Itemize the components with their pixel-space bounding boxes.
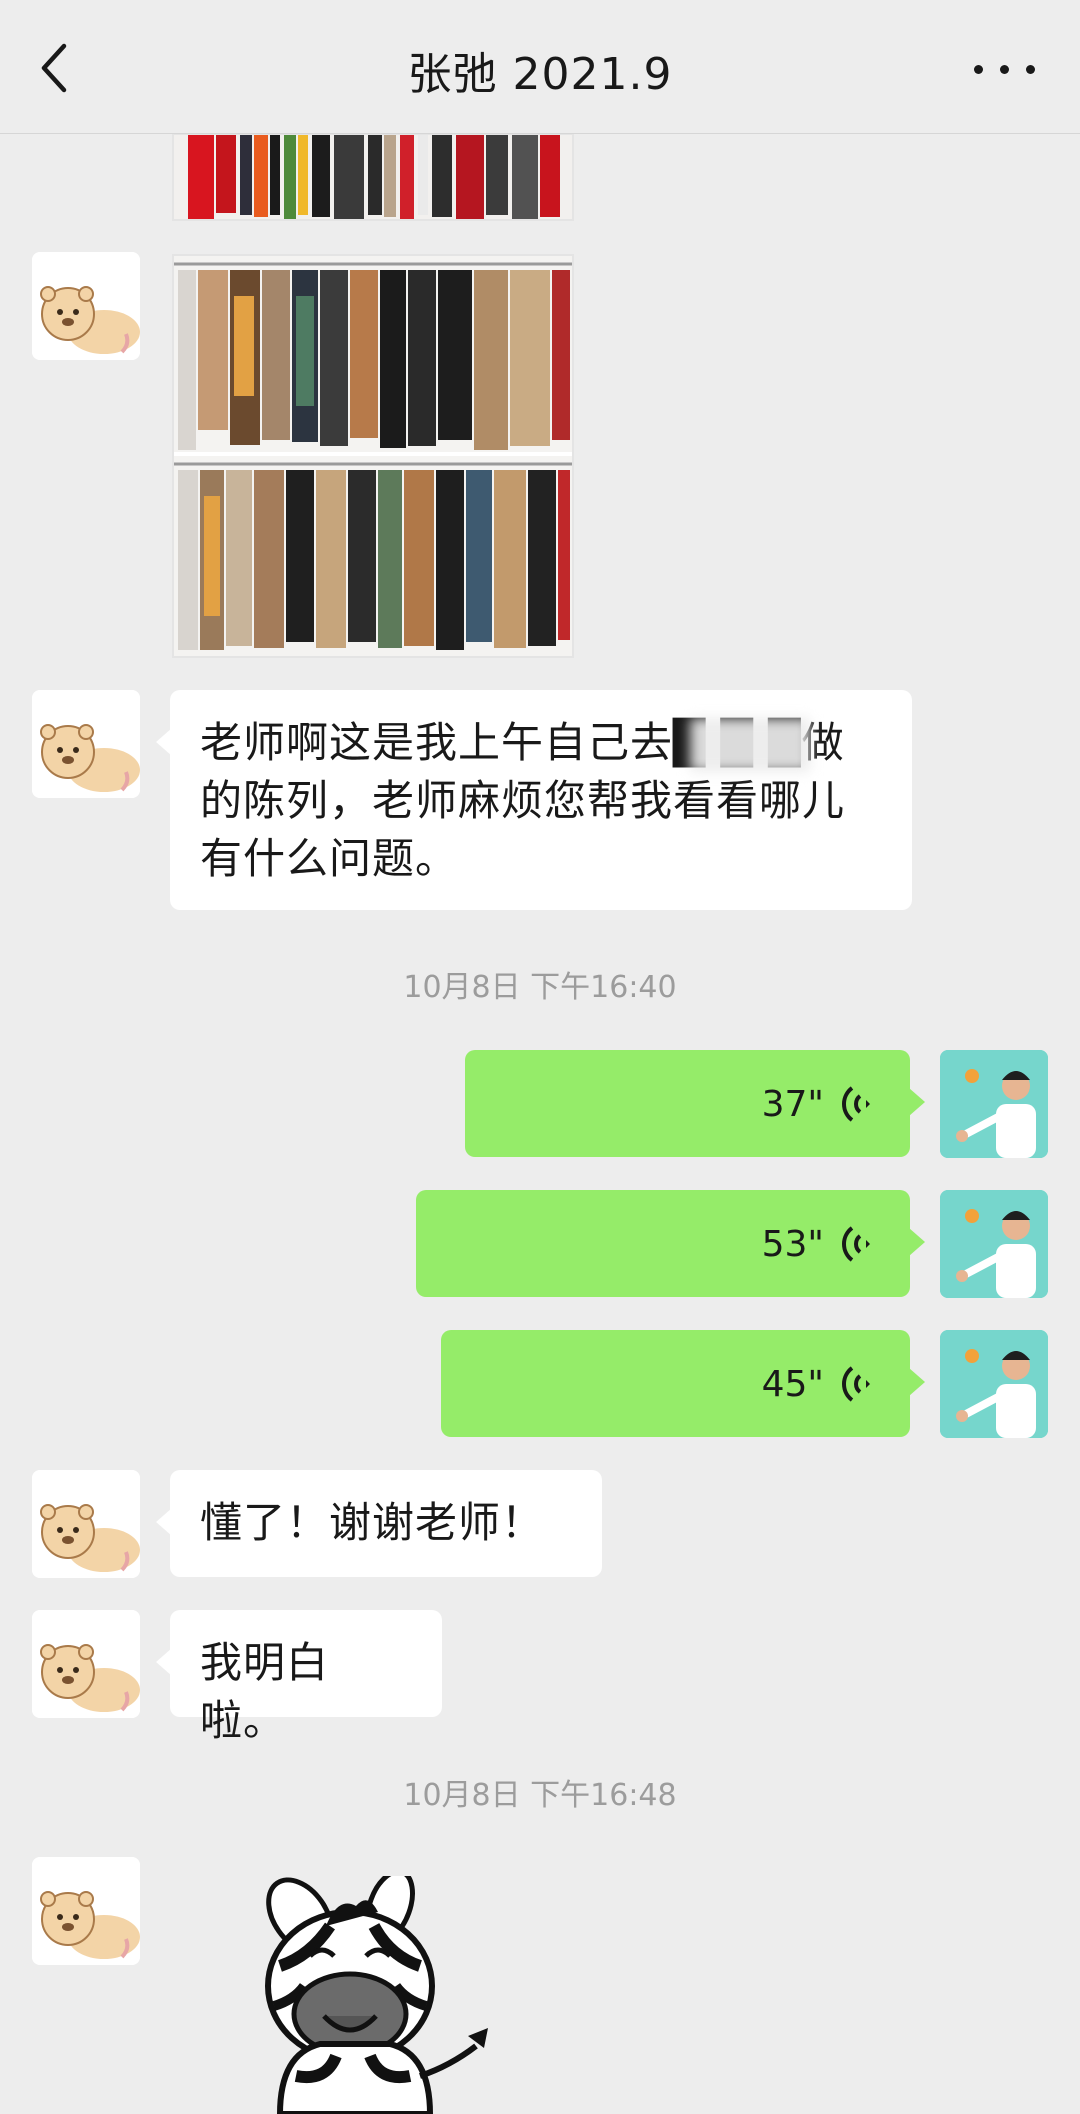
clothes-photo[interactable] xyxy=(172,254,574,658)
contact-avatar[interactable] xyxy=(32,252,140,360)
timestamp: 10月8日 下午16:48 xyxy=(403,1778,677,1813)
voice-wave-icon xyxy=(842,1226,870,1262)
bear-avatar-icon xyxy=(32,1857,140,1965)
man-avatar-icon xyxy=(940,1190,1048,1298)
zebra-sticker-icon xyxy=(265,1876,488,2114)
clothes-rack-image xyxy=(174,135,572,219)
more-button[interactable] xyxy=(970,44,1040,94)
contact-avatar[interactable] xyxy=(32,1857,140,1965)
voice-duration: 45" xyxy=(761,1363,824,1405)
clothes-display-image xyxy=(174,256,572,656)
zebra-sticker[interactable] xyxy=(240,1876,530,2114)
bear-avatar-icon xyxy=(32,1610,140,1718)
message-text: 懂了！谢谢老师！ xyxy=(200,1498,545,1547)
timestamp: 10月8日 下午16:40 xyxy=(403,970,677,1005)
chat-title: 张弛 2021.9 xyxy=(407,49,673,100)
voice-wave-icon xyxy=(842,1086,870,1122)
voice-duration: 37" xyxy=(761,1083,824,1125)
clothes-photo-partial[interactable] xyxy=(172,133,574,221)
voice-message[interactable]: 45" xyxy=(441,1330,925,1437)
my-avatar[interactable] xyxy=(940,1050,1048,1158)
contact-avatar[interactable] xyxy=(32,1610,140,1718)
bear-avatar-icon xyxy=(32,690,140,798)
message-bubble[interactable]: 懂了！谢谢老师！ xyxy=(156,1470,602,1577)
voice-message[interactable]: 37" xyxy=(465,1050,925,1157)
my-avatar[interactable] xyxy=(940,1190,1048,1298)
man-avatar-icon xyxy=(940,1330,1048,1438)
more-dots-icon xyxy=(974,65,983,74)
voice-wave-icon xyxy=(842,1366,870,1402)
chat-header: 张弛 2021.9 xyxy=(0,0,1080,134)
redaction-blur xyxy=(690,718,810,772)
voice-message[interactable]: 53" xyxy=(416,1190,925,1297)
my-avatar[interactable] xyxy=(940,1330,1048,1438)
message-text: 我明白啦。 xyxy=(200,1638,330,1745)
man-avatar-icon xyxy=(940,1050,1048,1158)
contact-avatar[interactable] xyxy=(32,690,140,798)
bear-avatar-icon xyxy=(32,1470,140,1578)
message-bubble[interactable]: 老师啊这是我上午自己去█ █ █做的陈列，老师麻烦您帮我看看哪儿有什么问题。 xyxy=(156,690,912,910)
bear-avatar-icon xyxy=(32,252,140,360)
contact-avatar[interactable] xyxy=(32,1470,140,1578)
message-bubble[interactable]: 我明白啦。 xyxy=(156,1610,442,1745)
voice-duration: 53" xyxy=(761,1223,824,1265)
